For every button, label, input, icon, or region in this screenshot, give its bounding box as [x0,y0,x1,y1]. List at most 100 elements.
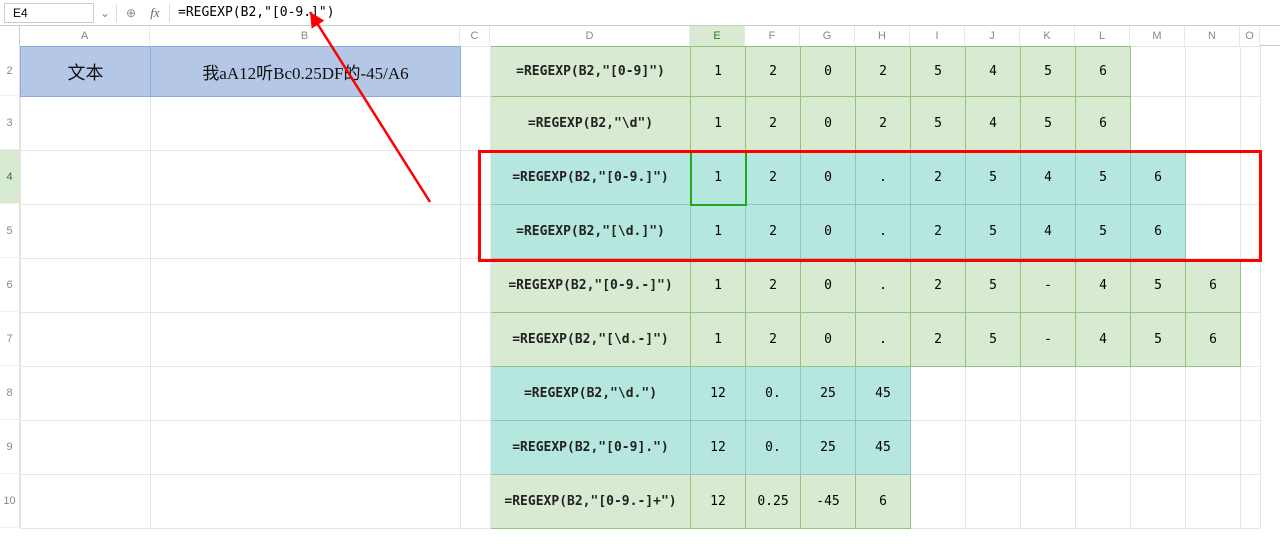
row-header[interactable]: 9 [0,420,20,474]
cell-F3[interactable]: 2 [746,97,801,151]
cell-L6[interactable]: 4 [1076,259,1131,313]
row-header[interactable]: 8 [0,366,20,420]
cell-N3[interactable] [1186,97,1241,151]
cell-N4[interactable] [1186,151,1241,205]
cell-B5[interactable] [151,205,461,259]
row-header[interactable]: 3 [0,96,20,150]
cell-K6[interactable]: - [1021,259,1076,313]
name-box-chevron-icon[interactable]: ⌄ [98,6,112,20]
cell-M2[interactable] [1131,47,1186,97]
cell-L9[interactable] [1076,421,1131,475]
cell-G3[interactable]: 0 [801,97,856,151]
cell-J2[interactable]: 4 [966,47,1021,97]
cell-C3[interactable] [461,97,491,151]
cell-G2[interactable]: 0 [801,47,856,97]
search-icon[interactable]: ⊕ [121,3,141,23]
cell-N5[interactable] [1186,205,1241,259]
cell-F10[interactable]: 0.25 [746,475,801,529]
cell-G9[interactable]: 25 [801,421,856,475]
cell-O9[interactable] [1241,421,1261,475]
cell-C4[interactable] [461,151,491,205]
row-header[interactable]: 6 [0,258,20,312]
cell-G6[interactable]: 0 [801,259,856,313]
cell-D5[interactable]: =REGEXP(B2,"[\d.]") [491,205,691,259]
col-header-D[interactable]: D [490,26,690,46]
cell-B10[interactable] [151,475,461,529]
cell-E9[interactable]: 12 [691,421,746,475]
cell-L4[interactable]: 5 [1076,151,1131,205]
col-header-J[interactable]: J [965,26,1020,46]
cell-H7[interactable]: . [856,313,911,367]
cell-O7[interactable] [1241,313,1261,367]
cell-K10[interactable] [1021,475,1076,529]
cell-D3[interactable]: =REGEXP(B2,"\d") [491,97,691,151]
cell-L8[interactable] [1076,367,1131,421]
cell-D4[interactable]: =REGEXP(B2,"[0-9.]") [491,151,691,205]
cell-H9[interactable]: 45 [856,421,911,475]
cell-B6[interactable] [151,259,461,313]
cell-B4[interactable] [151,151,461,205]
cell-C9[interactable] [461,421,491,475]
cell-J9[interactable] [966,421,1021,475]
row-header[interactable]: 5 [0,204,20,258]
cell-C2[interactable] [461,47,491,97]
cell-A5[interactable] [21,205,151,259]
col-header-C[interactable]: C [460,26,490,46]
cell-C10[interactable] [461,475,491,529]
col-header-L[interactable]: L [1075,26,1130,46]
cell-A9[interactable] [21,421,151,475]
cell-L3[interactable]: 6 [1076,97,1131,151]
cell-N7[interactable]: 6 [1186,313,1241,367]
cell-K7[interactable]: - [1021,313,1076,367]
cell-L5[interactable]: 5 [1076,205,1131,259]
cell-H5[interactable]: . [856,205,911,259]
col-header-G[interactable]: G [800,26,855,46]
cell-N9[interactable] [1186,421,1241,475]
cell-E2[interactable]: 1 [691,47,746,97]
cell-K8[interactable] [1021,367,1076,421]
cell-A8[interactable] [21,367,151,421]
cell-B9[interactable] [151,421,461,475]
cell-O3[interactable] [1241,97,1261,151]
cell-F7[interactable]: 2 [746,313,801,367]
cell-E5[interactable]: 1 [691,205,746,259]
cell-I2[interactable]: 5 [911,47,966,97]
row-header[interactable]: 2 [0,46,20,96]
cell-K5[interactable]: 4 [1021,205,1076,259]
cell-E4[interactable]: 1 [691,151,746,205]
cell-E6[interactable]: 1 [691,259,746,313]
cell-D7[interactable]: =REGEXP(B2,"[\d.-]") [491,313,691,367]
cell-G7[interactable]: 0 [801,313,856,367]
cell-H2[interactable]: 2 [856,47,911,97]
cell-K2[interactable]: 5 [1021,47,1076,97]
name-box[interactable]: E4 [4,3,94,23]
cell-M6[interactable]: 5 [1131,259,1186,313]
cell-H10[interactable]: 6 [856,475,911,529]
cell-L10[interactable] [1076,475,1131,529]
cell-D9[interactable]: =REGEXP(B2,"[0-9].") [491,421,691,475]
col-header-M[interactable]: M [1130,26,1185,46]
row-header[interactable]: 4 [0,150,20,204]
cell-C7[interactable] [461,313,491,367]
cell-J10[interactable] [966,475,1021,529]
cell-J4[interactable]: 5 [966,151,1021,205]
col-header-B[interactable]: B [150,26,460,46]
cell-G4[interactable]: 0 [801,151,856,205]
cell-F4[interactable]: 2 [746,151,801,205]
cell-D6[interactable]: =REGEXP(B2,"[0-9.-]") [491,259,691,313]
cell-M10[interactable] [1131,475,1186,529]
col-header-O[interactable]: O [1240,26,1260,46]
cell-E8[interactable]: 12 [691,367,746,421]
cell-A10[interactable] [21,475,151,529]
cell-C8[interactable] [461,367,491,421]
cell-O2[interactable] [1241,47,1261,97]
cell-I5[interactable]: 2 [911,205,966,259]
cell-O10[interactable] [1241,475,1261,529]
cell-H4[interactable]: . [856,151,911,205]
cell-L7[interactable]: 4 [1076,313,1131,367]
cell-I6[interactable]: 2 [911,259,966,313]
cell-J5[interactable]: 5 [966,205,1021,259]
col-header-H[interactable]: H [855,26,910,46]
cell-F6[interactable]: 2 [746,259,801,313]
cell-E3[interactable]: 1 [691,97,746,151]
